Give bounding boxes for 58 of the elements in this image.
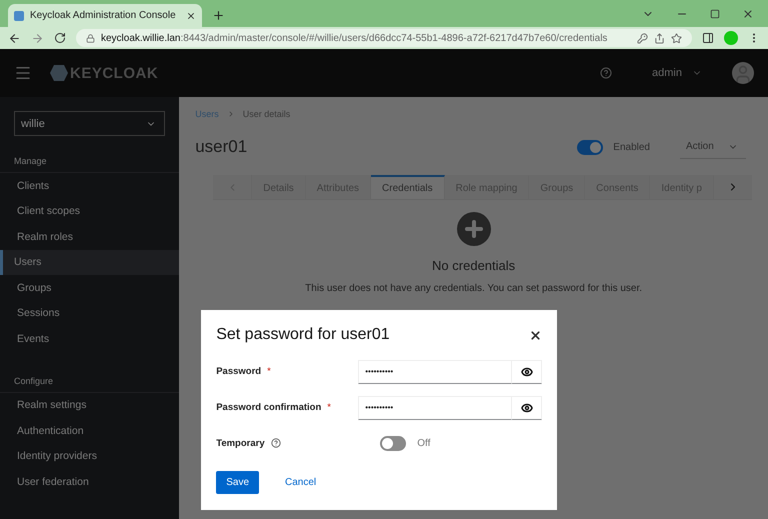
close-icon[interactable] — [186, 10, 196, 20]
field-label: Password confirmation — [216, 402, 322, 413]
show-password-button[interactable] — [512, 396, 542, 420]
close-icon[interactable] — [742, 8, 754, 20]
password-field[interactable]: •••••••••• — [358, 396, 512, 420]
nav-item[interactable]: Identity providers — [0, 444, 180, 469]
nav-item[interactable]: Clients — [0, 173, 180, 198]
back-icon[interactable] — [8, 32, 21, 44]
field-label: Temporary — [216, 438, 265, 449]
nav-item[interactable]: Groups — [0, 275, 180, 300]
tab[interactable]: Credentials — [371, 175, 445, 199]
key-icon[interactable] — [637, 32, 648, 44]
lock-icon — [86, 34, 95, 42]
enabled-toggle[interactable] — [577, 140, 604, 154]
save-button[interactable]: Save — [216, 471, 260, 494]
required-mark: * — [327, 402, 331, 413]
plus-circle-icon — [456, 212, 491, 246]
favicon-icon — [14, 10, 24, 20]
nav-item[interactable]: Realm settings — [0, 392, 180, 418]
nav-item[interactable]: Client scopes — [0, 198, 180, 224]
action-dropdown[interactable]: Action — [680, 136, 746, 158]
reload-icon[interactable] — [54, 32, 66, 44]
nav-item[interactable]: Users — [0, 250, 180, 275]
cancel-link[interactable]: Cancel — [275, 471, 326, 494]
page-title: user01 — [195, 137, 248, 157]
new-tab-icon[interactable] — [212, 9, 225, 22]
realm-select[interactable]: willie — [14, 111, 166, 136]
nav-item[interactable]: Sessions — [0, 300, 180, 326]
eye-icon — [520, 366, 533, 378]
user-menu[interactable]: admin — [652, 67, 682, 79]
password-field[interactable]: •••••••••• — [358, 360, 512, 384]
dialog-title: Set password for user01 — [216, 326, 390, 344]
nav-item[interactable]: Events — [0, 326, 180, 352]
nav-item[interactable]: Authentication — [0, 418, 180, 444]
side-panel-icon[interactable] — [702, 32, 714, 44]
toggle-state: Off — [417, 438, 430, 449]
temporary-toggle[interactable] — [380, 436, 406, 451]
close-button[interactable] — [529, 328, 542, 342]
nav-item[interactable]: User federation — [0, 469, 180, 494]
share-icon[interactable] — [654, 32, 665, 44]
forward-icon[interactable] — [31, 32, 44, 44]
url-text: keycloak.willie.lan:8443/admin/master/console/#/willie/users/d66dcc74-55b1-4896-a72f-6217d47b7e60/credentials — [101, 32, 608, 44]
browser-tab[interactable]: Keycloak Administration Console — [8, 4, 202, 27]
show-password-button[interactable] — [512, 360, 542, 384]
address-bar[interactable]: keycloak.willie.lan:8443/admin/master/console/#/willie/users/d66dcc74-55b1-4896-a72f-6217d47b7e60/credentials — [76, 29, 692, 47]
logo: KEYCLOAK — [50, 64, 158, 82]
avatar-icon[interactable] — [732, 62, 754, 84]
nav-item[interactable]: Realm roles — [0, 224, 180, 250]
required-mark: * — [267, 366, 271, 378]
maximize-icon[interactable] — [710, 8, 720, 18]
eye-icon — [520, 402, 533, 414]
toggle-label: Enabled — [613, 142, 650, 152]
help-icon[interactable] — [270, 438, 281, 449]
star-icon[interactable] — [671, 32, 682, 44]
hexagon-logo-icon — [50, 65, 68, 81]
field-label: Password — [216, 366, 262, 378]
empty-text: This user does not have any credentials. You can set password for this user. — [305, 283, 642, 294]
empty-title: No credentials — [432, 258, 516, 273]
